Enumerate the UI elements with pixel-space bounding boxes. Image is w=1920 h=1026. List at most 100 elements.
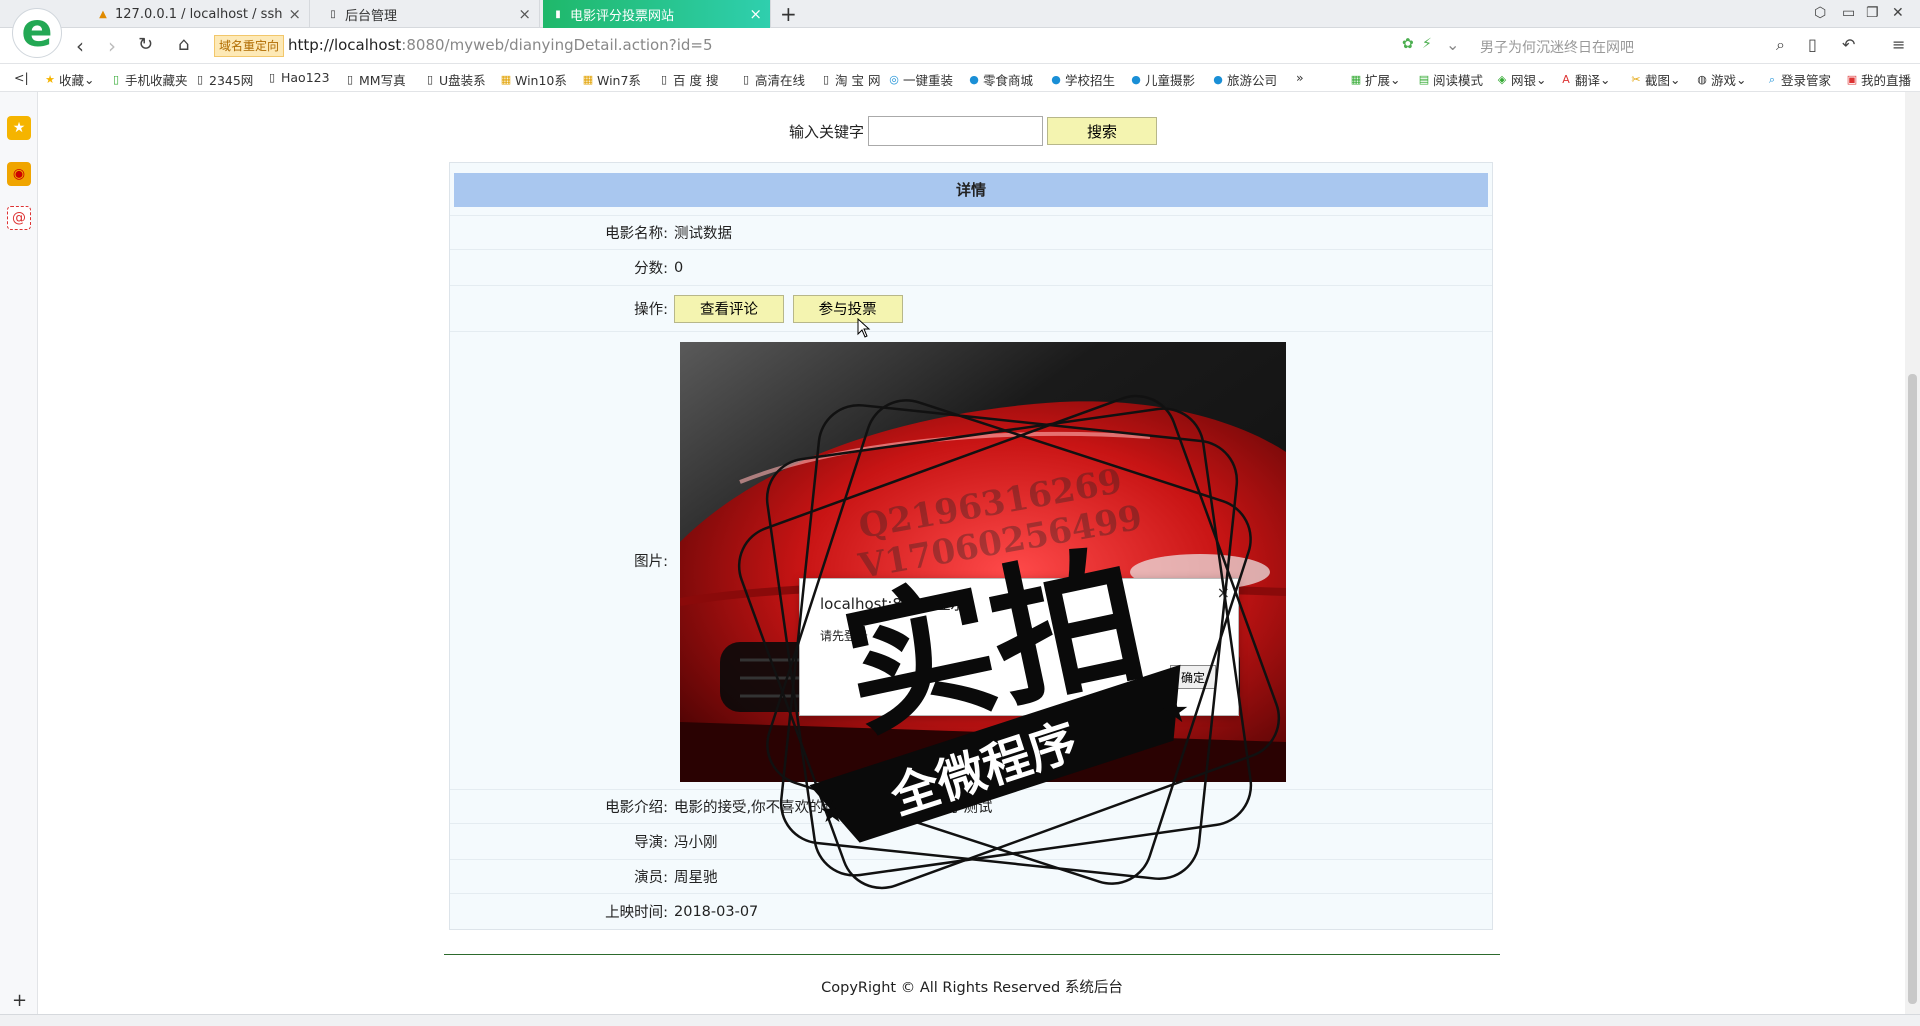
bookmark-label: 扩展	[1365, 73, 1391, 88]
bookmark-label: Hao123	[281, 70, 330, 85]
tab-movie-site[interactable]: ▮ 电影评分投票网站 ×	[543, 0, 771, 28]
view-comments-button[interactable]: 查看评论	[674, 294, 784, 323]
row-director: 导演: 冯小刚	[450, 823, 1492, 859]
row-actor: 演员: 周星驰	[450, 859, 1492, 893]
score-label: 分数:	[634, 261, 668, 277]
close-icon[interactable]: ×	[749, 5, 762, 23]
scissors-icon: ✂	[1631, 73, 1641, 86]
release-date-label: 上映时间:	[605, 905, 668, 921]
tab-title: 127.0.0.1 / localhost / sshdian	[115, 6, 283, 22]
bookmark-label: Win7系	[597, 73, 641, 88]
bookmarks-bar: <| ★ 收藏 ⌄ ▯ 手机收藏夹 ▯ 2345网 ▯ Hao123 ▯ MM写真 ▯ U盘装…	[0, 64, 1920, 92]
scrollbar-thumb[interactable]	[1908, 374, 1917, 1004]
close-icon[interactable]: ×	[288, 5, 301, 23]
email-icon[interactable]: @	[7, 206, 31, 230]
shield-icon: ◈	[1497, 73, 1507, 86]
forward-icon[interactable]: ›	[108, 34, 116, 58]
menu-icon[interactable]: ≡	[1892, 35, 1905, 54]
close-icon[interactable]: ×	[1217, 583, 1230, 602]
live-button[interactable]: ▣ 我的直播	[1846, 70, 1911, 89]
bookmark-win7[interactable]: ▦ Win7系	[582, 70, 641, 89]
bookmark-label: 高清在线	[755, 73, 806, 88]
search-hint[interactable]: 男子为何沉迷终日在网吧	[1480, 37, 1634, 57]
security-icon[interactable]: ✿	[1402, 36, 1414, 52]
bookmark-taobao[interactable]: ▯ 淘 宝 网	[820, 70, 880, 89]
bookmark-mm[interactable]: ▯ MM写真	[344, 70, 406, 89]
search-input[interactable]	[868, 116, 1044, 146]
left-sidebar: ★ ◉ @ +	[0, 92, 38, 1026]
circle-icon: ●	[969, 73, 979, 86]
bookmark-label: 学校招生	[1065, 73, 1116, 88]
alert-ok-button[interactable]: 确定	[1170, 665, 1216, 689]
bookmark-mobile[interactable]: ▯ 手机收藏夹	[110, 70, 188, 89]
more-bookmarks-button[interactable]: »	[1296, 70, 1304, 85]
reinstall-icon: ◎	[889, 73, 899, 86]
chevron-down-icon[interactable]: ⌄	[1446, 35, 1459, 54]
search-icon[interactable]: ⌕	[1776, 35, 1785, 55]
url-field[interactable]: http://localhost:8080/myweb/dianyingDeta…	[288, 36, 713, 54]
speed-icon[interactable]: ⚡	[1422, 36, 1432, 52]
search-button[interactable]: 搜索	[1047, 117, 1158, 145]
bookmark-label: 零食商城	[983, 73, 1034, 88]
bookmark-hd[interactable]: ▯ 高清在线	[740, 70, 805, 89]
page-icon: ▯	[426, 73, 434, 86]
bookmark-travel[interactable]: ● 旅游公司	[1212, 70, 1277, 89]
bookmark-baidu[interactable]: ▯ 百 度 搜	[658, 70, 718, 89]
screenshot-button[interactable]: ✂ 截图 ⌄	[1630, 70, 1680, 89]
tab-bar: e ▲ 127.0.0.1 / localhost / sshdian × ▯ …	[0, 0, 1920, 58]
row-operations: 操作: 查看评论 参与投票	[450, 285, 1492, 331]
reload-icon[interactable]: ↻	[138, 34, 153, 55]
close-icon[interactable]: ×	[518, 5, 531, 23]
page-scrollbar[interactable]	[1905, 92, 1920, 1014]
operations-buttons: 查看评论 参与投票	[672, 294, 907, 323]
tab-admin[interactable]: ▯ 后台管理 ×	[318, 0, 540, 28]
intro-value: 电影的接受,你不喜欢的话,可以删除了,仅用于测试	[674, 800, 993, 816]
bookmark-win10[interactable]: ▦ Win10系	[500, 70, 567, 89]
extensions-button[interactable]: ▦ 扩展 ⌄	[1350, 70, 1401, 89]
bookmark-2345[interactable]: ▯ 2345网	[194, 70, 253, 89]
bookmark-hao123[interactable]: ▯ Hao123	[266, 70, 330, 85]
home-icon[interactable]: ⌂	[178, 34, 189, 55]
bookmark-label: 百 度 搜	[673, 73, 719, 88]
row-movie-name: 电影名称: 测试数据	[450, 215, 1492, 249]
favorites-star-icon[interactable]: ★	[7, 116, 31, 140]
bookmark-usb[interactable]: ▯ U盘装系	[424, 70, 486, 89]
bookmark-photo[interactable]: ● 儿童摄影	[1130, 70, 1195, 89]
phone-icon: ▯	[112, 73, 120, 86]
back-icon[interactable]: ‹	[76, 34, 84, 58]
phpmyadmin-icon: ▲	[99, 8, 107, 20]
undo-icon[interactable]: ↶	[1842, 35, 1855, 54]
extension-icon: ▦	[1350, 73, 1362, 86]
page-icon: ▯	[330, 8, 336, 20]
director-value: 冯小刚	[674, 835, 718, 851]
address-bar: ‹ › ↻ ⌂ 域名重定向 http://localhost:8080/mywe…	[0, 28, 1920, 64]
games-button[interactable]: ◍ 游戏 ⌄	[1696, 70, 1746, 89]
skin-icon[interactable]: ⬡	[1814, 5, 1826, 21]
translate-button[interactable]: A 翻译 ⌄	[1560, 70, 1610, 89]
restore-icon[interactable]: ❐	[1866, 5, 1879, 21]
reading-icon[interactable]: ▯	[1808, 35, 1817, 54]
bookmark-favorites[interactable]: ★ 收藏 ⌄	[44, 70, 94, 89]
ebank-button[interactable]: ◈ 网银 ⌄	[1496, 70, 1547, 89]
new-tab-icon[interactable]: +	[780, 2, 797, 26]
movie-image	[680, 342, 1286, 782]
translate-icon: A	[1562, 73, 1570, 86]
weibo-icon[interactable]: ◉	[7, 162, 31, 186]
tab-phpmyadmin[interactable]: ▲ 127.0.0.1 / localhost / sshdian ×	[88, 0, 310, 28]
browser-logo-icon[interactable]: e	[12, 7, 62, 58]
bookmark-label: 翻译	[1575, 73, 1601, 88]
bookmark-school[interactable]: ● 学校招生	[1050, 70, 1115, 89]
movie-name-label: 电影名称:	[605, 226, 668, 242]
collapse-icon[interactable]: <|	[14, 70, 29, 85]
page-icon: ▯	[196, 73, 204, 86]
login-manager-button[interactable]: ⌕ 登录管家	[1766, 70, 1831, 89]
close-window-icon[interactable]: ✕	[1892, 5, 1904, 21]
bookmark-snacks[interactable]: ● 零食商城	[968, 70, 1033, 89]
tab-title: 电影评分投票网站	[570, 8, 675, 24]
bookmark-reinstall[interactable]: ◎ 一键重装	[888, 70, 953, 89]
vote-button[interactable]: 参与投票	[792, 294, 903, 323]
live-icon: ▣	[1846, 73, 1858, 86]
minimize-icon[interactable]: ▭	[1842, 5, 1855, 21]
add-sidebar-icon[interactable]: +	[12, 990, 27, 1011]
reading-mode-button[interactable]: ▤ 阅读模式	[1418, 70, 1483, 89]
